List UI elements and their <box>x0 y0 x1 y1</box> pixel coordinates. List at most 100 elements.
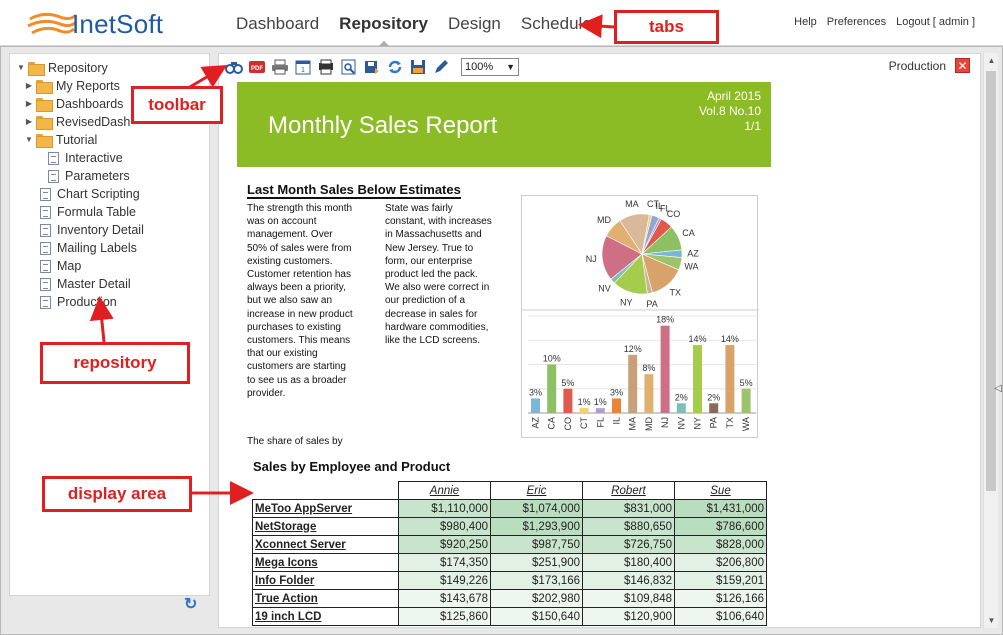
tree-item-production[interactable]: Production <box>38 293 117 311</box>
tree-item-inventory-detail[interactable]: Inventory Detail <box>38 221 144 239</box>
tree-label: Formula Table <box>57 205 136 219</box>
find-icon[interactable] <box>225 58 243 76</box>
logout-link[interactable]: Logout [ admin ] <box>896 16 975 28</box>
product-link[interactable]: True Action <box>252 589 399 608</box>
inetsoft-logo[interactable]: InetSoft <box>26 7 163 41</box>
collapsed-arrow-icon[interactable]: ▶ <box>24 77 34 95</box>
bar-value-label: 14% <box>688 334 706 344</box>
tree-item-dashboards[interactable]: ▶ Dashboards <box>24 95 123 113</box>
tab-dashboard[interactable]: Dashboard <box>226 0 329 46</box>
bar-value-label: 2% <box>707 392 720 402</box>
chevron-down-icon: ▼ <box>506 62 515 72</box>
folder-icon <box>36 80 53 94</box>
table-cell: $149,226 <box>398 571 491 590</box>
refresh-icon[interactable]: ↻ <box>184 594 197 614</box>
tree-item-formula-table[interactable]: Formula Table <box>38 203 136 221</box>
collapsed-arrow-icon[interactable]: ▶ <box>24 95 34 113</box>
product-link[interactable]: Mega Icons <box>252 553 399 572</box>
bar <box>709 403 719 413</box>
tree-item-reviseddash[interactable]: ▶ RevisedDash <box>24 113 130 131</box>
tab-design[interactable]: Design <box>438 0 511 46</box>
pie-label: PA <box>646 299 657 309</box>
tree-item-my-reports[interactable]: ▶ My Reports <box>24 77 120 95</box>
display-area: PDF 1 100% ▼ Production ✕ Monthly Sales … <box>218 53 981 628</box>
edit-icon[interactable] <box>432 58 450 76</box>
column-header[interactable]: Sue <box>674 481 767 500</box>
folder-icon <box>36 116 53 130</box>
text-line: customers. This means <box>247 335 351 347</box>
export-icon[interactable] <box>363 58 381 76</box>
x-tick-label: IL <box>612 417 622 425</box>
report-icon <box>40 259 51 273</box>
table-row: MeToo AppServer $1,110,000 $1,074,000 $831,… <box>252 499 767 518</box>
tree-item-mailing-labels[interactable]: Mailing Labels <box>38 239 137 257</box>
table-title: Sales by Employee and Product <box>253 459 451 474</box>
resize-handle-icon[interactable]: ◁ <box>994 383 1002 394</box>
collapsed-arrow-icon[interactable]: ▶ <box>24 113 34 131</box>
preview-icon[interactable] <box>340 58 358 76</box>
x-tick-label: NV <box>676 417 686 430</box>
scroll-down-icon[interactable]: ▼ <box>984 613 999 628</box>
column-header[interactable]: Eric <box>490 481 583 500</box>
x-tick-label: AZ <box>531 417 541 429</box>
callout-toolbar: toolbar <box>131 86 223 124</box>
bar <box>531 398 540 413</box>
bar-value-label: 12% <box>624 344 642 354</box>
table-cell: $1,110,000 <box>398 499 491 518</box>
expanded-arrow-icon[interactable]: ▼ <box>24 131 34 149</box>
zoom-select[interactable]: 100% ▼ <box>461 58 519 76</box>
scroll-up-icon[interactable]: ▲ <box>984 53 999 68</box>
x-tick-label: MD <box>644 417 654 431</box>
tree-item-interactive[interactable]: Interactive <box>46 149 123 167</box>
tree-item-master-detail[interactable]: Master Detail <box>38 275 131 293</box>
bar-value-label: 1% <box>578 397 591 407</box>
text-line: was on account <box>247 216 317 228</box>
text-line: form, our enterprise <box>385 255 473 267</box>
refresh-report-icon[interactable] <box>386 58 404 76</box>
tree-item-parameters[interactable]: Parameters <box>46 167 130 185</box>
pie-label: WA <box>684 262 698 272</box>
save-icon[interactable] <box>409 58 427 76</box>
text-line: purchases to existing <box>247 321 341 333</box>
calendar-icon[interactable]: 1 <box>294 58 312 76</box>
tree-item-map[interactable]: Map <box>38 257 81 275</box>
report-icon <box>40 223 51 237</box>
bar <box>693 345 702 413</box>
column-header[interactable]: Robert <box>582 481 675 500</box>
pdf-export-icon[interactable]: PDF <box>248 58 266 76</box>
tree-label: Tutorial <box>56 133 98 147</box>
tree-label: Inventory Detail <box>57 223 144 237</box>
bar-value-label: 1% <box>594 397 607 407</box>
bar <box>579 408 589 413</box>
product-link[interactable]: MeToo AppServer <box>252 499 399 518</box>
tree-item-tutorial[interactable]: ▼ Tutorial <box>24 131 97 149</box>
tree-item-chart-scripting[interactable]: Chart Scripting <box>38 185 140 203</box>
report-toolbar: PDF 1 100% ▼ <box>225 57 519 77</box>
tab-repository[interactable]: Repository <box>329 0 438 47</box>
preferences-link[interactable]: Preferences <box>827 16 886 28</box>
table-cell: $1,431,000 <box>674 499 767 518</box>
zoom-value: 100% <box>465 61 494 73</box>
vertical-scrollbar[interactable]: ▲ ▼ <box>983 53 998 628</box>
print-preview-icon[interactable] <box>317 58 335 76</box>
product-link[interactable]: NetStorage <box>252 517 399 536</box>
bar <box>612 398 621 413</box>
product-link[interactable]: Info Folder <box>252 571 399 590</box>
text-line: to see us as a broader <box>247 374 347 386</box>
column-header[interactable]: Annie <box>398 481 491 500</box>
tree-root-repository[interactable]: ▼ Repository <box>16 59 108 77</box>
close-report-button[interactable]: ✕ <box>955 58 970 73</box>
scroll-thumb[interactable] <box>986 71 996 491</box>
report-icon <box>40 205 51 219</box>
product-link[interactable]: 19 inch LCD <box>252 607 399 626</box>
table-cell: $1,074,000 <box>490 499 583 518</box>
product-link[interactable]: Xconnect Server <box>252 535 399 554</box>
tab-schedule[interactable]: Schedule <box>511 0 602 46</box>
table-row: 19 inch LCD $125,860 $150,640 $120,900 $106,… <box>252 607 767 626</box>
callout-tabs: tabs <box>614 10 719 44</box>
expanded-arrow-icon[interactable]: ▼ <box>16 59 26 77</box>
help-link[interactable]: Help <box>794 16 817 28</box>
print-icon[interactable] <box>271 58 289 76</box>
x-tick-label: NJ <box>660 417 670 428</box>
table-row: True Action $143,678 $202,980 $109,848 $126,… <box>252 589 767 608</box>
